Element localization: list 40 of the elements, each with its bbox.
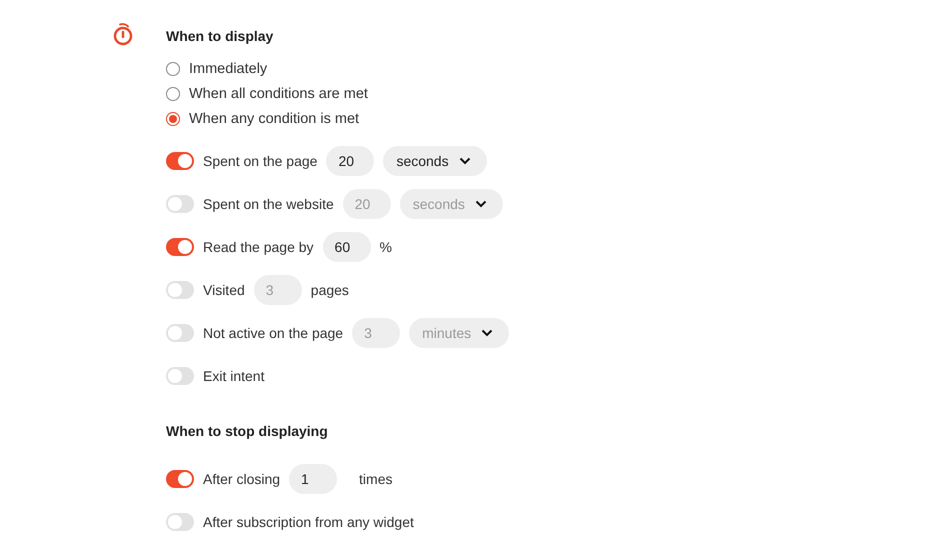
number-field[interactable]: 3: [254, 274, 302, 304]
condition-label: Not active on the page: [203, 324, 344, 340]
unit-label: times: [359, 470, 392, 486]
unit-dropdown[interactable]: seconds: [400, 188, 503, 218]
condition-label: Read the page by: [203, 238, 314, 254]
radio-label: When all conditions are met: [189, 86, 368, 102]
condition-label: After subscription from any widget: [203, 514, 414, 530]
toggle-switch[interactable]: [166, 512, 194, 530]
radio-label: Immediately: [189, 60, 268, 76]
number-field[interactable]: 1: [289, 464, 338, 494]
unit-dropdown[interactable]: minutes: [409, 318, 510, 348]
chevron-down-icon: [481, 328, 494, 336]
chevron-down-icon: [474, 200, 487, 208]
unit-label: pages: [310, 282, 349, 298]
condition-label: Spent on the website: [203, 196, 334, 212]
number-field[interactable]: 20: [326, 146, 374, 176]
section-title: When to display: [166, 27, 274, 46]
toggle-switch[interactable]: [166, 152, 194, 170]
condition-label: Exit intent: [203, 368, 264, 384]
chevron-down-icon: [458, 156, 471, 164]
radio-label: When any condition is met: [189, 110, 360, 126]
toggle-switch[interactable]: [166, 324, 194, 342]
toggle-switch[interactable]: [166, 238, 194, 256]
number-field[interactable]: 60: [322, 232, 371, 262]
condition-label: Visited: [203, 282, 245, 298]
stopwatch-icon: [112, 22, 134, 46]
toggle-switch[interactable]: [166, 194, 194, 212]
number-field[interactable]: 3: [352, 318, 400, 348]
section-title: When to stop displaying: [166, 422, 329, 441]
number-field[interactable]: 20: [342, 188, 391, 218]
unit-label: %: [380, 238, 392, 254]
radio-button[interactable]: [166, 62, 180, 76]
unit-dropdown[interactable]: seconds: [383, 146, 487, 176]
condition-label: Spent on the page: [203, 152, 318, 168]
toggle-switch[interactable]: [166, 280, 194, 298]
toggle-switch[interactable]: [166, 470, 194, 488]
radio-button[interactable]: [166, 112, 180, 126]
toggle-switch[interactable]: [166, 366, 194, 384]
condition-label: After closing: [203, 470, 280, 486]
radio-button[interactable]: [166, 86, 180, 100]
